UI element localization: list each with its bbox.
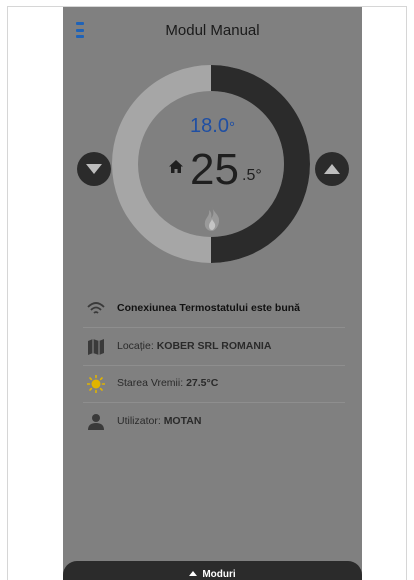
user-label: Utilizator:: [117, 415, 164, 427]
location-label: Locație:: [117, 340, 157, 352]
location-text: Locație: KOBER SRL ROMANIA: [117, 340, 271, 352]
weather-text: Starea Vremii: 27.5°C: [117, 377, 218, 389]
decrease-temperature-button[interactable]: [77, 152, 111, 186]
set-temperature: 18.0°: [63, 115, 362, 138]
set-temperature-value: 18.0: [190, 115, 229, 137]
set-temperature-unit: °: [228, 119, 235, 136]
weather-label: Starea Vremii:: [117, 377, 187, 389]
modes-label: Moduri: [202, 569, 236, 580]
info-row-weather: Starea Vremii: 27.5°C: [83, 365, 345, 403]
user-icon: [88, 414, 104, 430]
chevron-up-icon: [324, 164, 340, 174]
increase-temperature-button[interactable]: [315, 152, 349, 186]
chevron-down-icon: [86, 164, 102, 174]
current-temperature-integer: 25: [190, 145, 239, 194]
info-row-user: Utilizator: MOTAN: [83, 403, 345, 441]
wifi-icon: [87, 302, 105, 314]
info-row-location: Locație: KOBER SRL ROMANIA: [83, 328, 345, 366]
connection-status-text: Conexiunea Termostatului este bună: [117, 302, 301, 314]
modes-button[interactable]: Moduri: [63, 569, 362, 580]
home-icon: [169, 160, 183, 173]
flame-icon: [204, 207, 220, 231]
user-value: MOTAN: [163, 415, 202, 427]
map-icon: [88, 339, 104, 355]
user-text: Utilizator: MOTAN: [117, 415, 201, 427]
caret-up-icon: [189, 571, 198, 576]
location-value: KOBER SRL ROMANIA: [156, 340, 272, 352]
sun-icon: [87, 375, 105, 393]
top-bar: Modul Manual: [63, 7, 362, 49]
app-screen: Modul Manual 18.0° 25 .5° Conexiunea Ter…: [63, 7, 362, 580]
page-title: Modul Manual: [165, 22, 260, 39]
current-temperature-decimal: .5°: [242, 167, 262, 184]
weather-value: 27.5°C: [186, 377, 219, 389]
info-row-connection: Conexiunea Termostatului este bună: [83, 290, 345, 328]
modes-bar[interactable]: Moduri: [63, 561, 362, 580]
